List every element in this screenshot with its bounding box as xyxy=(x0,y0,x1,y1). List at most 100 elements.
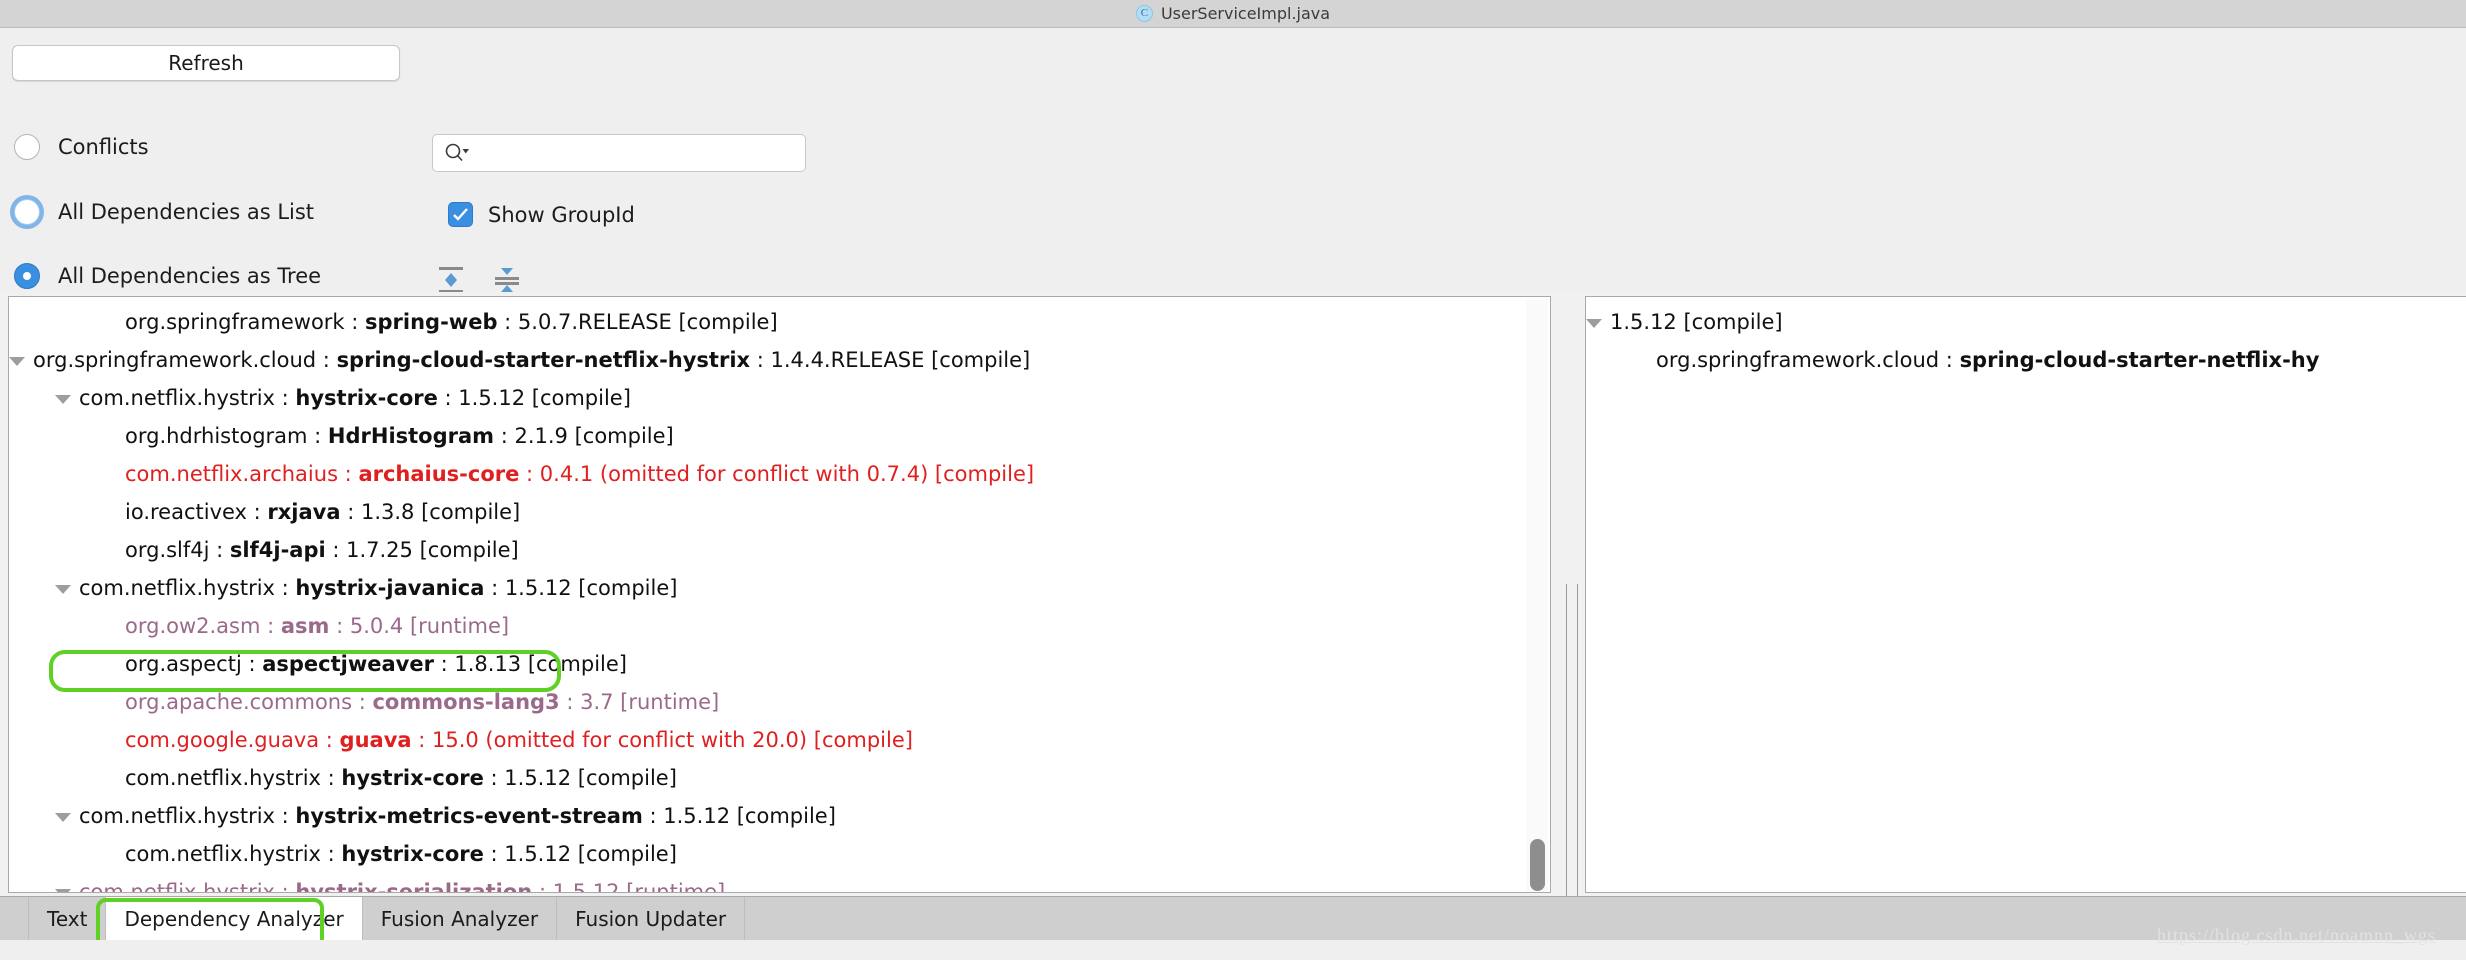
tree-row-artifact: archaius-core xyxy=(358,462,520,486)
tree-row-group: io.reactivex : xyxy=(125,500,268,524)
tree-row-group: org.springframework.cloud : xyxy=(33,348,337,372)
tree-row-version: : 1.5.12 [compile] xyxy=(642,804,836,828)
tree-row[interactable]: com.netflix.hystrix : hystrix-javanica :… xyxy=(9,569,1550,607)
radio-all-dependencies-as-list-indicator[interactable] xyxy=(14,199,40,225)
tree-row-version: : 0.4.1 (omitted for conflict with 0.7.4… xyxy=(519,462,1035,486)
tree-row[interactable]: com.netflix.hystrix : hystrix-metrics-ev… xyxy=(9,797,1550,835)
radio-all-dependencies-as-tree-indicator[interactable] xyxy=(14,263,40,289)
dependency-tree-panel[interactable]: org.springframework : spring-web : 5.0.7… xyxy=(8,296,1551,893)
tree-row[interactable]: com.netflix.hystrix : hystrix-core : 1.5… xyxy=(9,379,1550,417)
tree-row[interactable]: org.hdrhistogram : HdrHistogram : 2.1.9 … xyxy=(9,417,1550,455)
tree-row-version: : 5.0.7.RELEASE [compile] xyxy=(497,310,778,334)
tree-row-artifact: hystrix-serialization xyxy=(295,880,533,893)
tree-row-artifact: HdrHistogram xyxy=(327,424,495,448)
tree-row-label: org.aspectj : aspectjweaver : 1.8.13 [co… xyxy=(125,652,627,676)
vertical-scrollbar[interactable] xyxy=(1526,299,1548,892)
tree-row-artifact: hystrix-metrics-event-stream xyxy=(295,804,643,828)
tree-row-version: : 1.5.12 [compile] xyxy=(483,842,677,866)
tree-row-group: com.netflix.hystrix : xyxy=(79,386,296,410)
tree-row-label: com.google.guava : guava : 15.0 (omitted… xyxy=(125,728,913,752)
tab-dependency-analyzer[interactable]: Dependency Analyzer xyxy=(106,897,363,940)
tree-row[interactable]: org.springframework : spring-web : 5.0.7… xyxy=(9,303,1550,341)
tree-row-version: : 1.7.25 [compile] xyxy=(325,538,519,562)
tree-row-label: com.netflix.hystrix : hystrix-metrics-ev… xyxy=(79,804,836,828)
tree-row-label: org.springframework : spring-web : 5.0.7… xyxy=(125,310,778,334)
tree-row-version: : 2.1.9 [compile] xyxy=(494,424,674,448)
tree-row-version: : 1.5.12 [compile] xyxy=(437,386,631,410)
tree-row[interactable]: org.aspectj : aspectjweaver : 1.8.13 [co… xyxy=(9,645,1550,683)
tree-row-version: : 1.5.12 [runtime] xyxy=(532,880,726,893)
search-box[interactable] xyxy=(432,134,806,172)
tree-row[interactable]: org.ow2.asm : asm : 5.0.4 [runtime] xyxy=(9,607,1550,645)
radio-all-dependencies-as-tree[interactable]: All Dependencies as Tree xyxy=(14,263,321,289)
radio-all-dependencies-as-list[interactable]: All Dependencies as List xyxy=(14,199,314,225)
radio-all-dependencies-as-tree-label: All Dependencies as Tree xyxy=(58,264,322,288)
radio-conflicts-indicator[interactable] xyxy=(14,134,40,160)
tree-row-version: : 15.0 (omitted for conflict with 20.0) … xyxy=(411,728,913,752)
search-input[interactable] xyxy=(471,141,771,165)
tree-expand-collapse-buttons xyxy=(436,265,522,295)
tree-row-version: : 1.5.12 [compile] xyxy=(483,766,677,790)
tree-row[interactable]: org.springframework.cloud : spring-cloud… xyxy=(1586,341,2466,379)
tree-row-artifact: hystrix-core xyxy=(295,386,438,410)
tree-row[interactable]: org.springframework.cloud : spring-cloud… xyxy=(9,341,1550,379)
tree-row-group: org.springframework.cloud : xyxy=(1656,348,1960,372)
dependency-tree[interactable]: org.springframework : spring-web : 5.0.7… xyxy=(9,297,1550,893)
tree-row[interactable]: com.netflix.hystrix : hystrix-serializat… xyxy=(9,873,1550,893)
tree-row[interactable]: com.netflix.hystrix : hystrix-core : 1.5… xyxy=(9,835,1550,873)
tree-row-group: org.apache.commons : xyxy=(125,690,373,714)
expand-all-icon[interactable] xyxy=(436,265,466,295)
tree-row[interactable]: org.apache.commons : commons-lang3 : 3.7… xyxy=(9,683,1550,721)
tab-fusion-updater[interactable]: Fusion Updater xyxy=(557,897,746,940)
tree-expand-arrow-icon[interactable] xyxy=(1586,303,1606,341)
radio-conflicts[interactable]: Conflicts xyxy=(14,134,149,160)
tree-expand-arrow-icon[interactable] xyxy=(53,379,75,417)
window-titlebar: C UserServiceImpl.java xyxy=(0,0,2466,28)
tree-row-group: org.aspectj : xyxy=(125,652,263,676)
tree-row[interactable]: com.netflix.hystrix : hystrix-core : 1.5… xyxy=(9,759,1550,797)
options-toolbar: Refresh Conflicts All Dependencies as Li… xyxy=(0,29,2466,293)
collapse-all-icon[interactable] xyxy=(492,265,522,295)
tree-row-artifact: slf4j-api xyxy=(229,538,326,562)
dependency-analyzer-window: C UserServiceImpl.java Refresh Conflicts… xyxy=(0,0,2466,960)
tree-row-group: com.google.guava : xyxy=(125,728,340,752)
tree-expand-arrow-icon[interactable] xyxy=(53,797,75,835)
tree-row-label: org.springframework.cloud : spring-cloud… xyxy=(1656,348,2319,372)
radio-all-dependencies-as-list-label: All Dependencies as List xyxy=(58,200,315,224)
window-title: UserServiceImpl.java xyxy=(1160,4,1331,23)
tree-row-artifact: guava xyxy=(339,728,412,752)
tree-row-group: org.slf4j : xyxy=(125,538,230,562)
show-groupid-checkbox[interactable] xyxy=(448,202,473,227)
tree-row-group: com.netflix.hystrix : xyxy=(79,576,296,600)
tree-row-version: : 3.7 [runtime] xyxy=(559,690,720,714)
tree-row-version: : 1.5.12 [compile] xyxy=(484,576,678,600)
tree-row-version: : 5.0.4 [runtime] xyxy=(329,614,510,638)
tree-row-artifact: commons-lang3 xyxy=(372,690,560,714)
tree-row[interactable]: org.slf4j : slf4j-api : 1.7.25 [compile] xyxy=(9,531,1550,569)
vertical-scrollbar-thumb[interactable] xyxy=(1530,839,1545,891)
tree-row[interactable]: com.netflix.archaius : archaius-core : 0… xyxy=(9,455,1550,493)
tree-row-group: com.netflix.hystrix : xyxy=(79,804,296,828)
tab-text[interactable]: Text xyxy=(28,897,107,940)
usages-tree[interactable]: 1.5.12 [compile] org.springframework.clou… xyxy=(1586,297,2466,379)
bottom-tabbar: Text Dependency Analyzer Fusion Analyzer Fu… xyxy=(0,896,2466,940)
tree-row-label: com.netflix.hystrix : hystrix-serializat… xyxy=(79,880,726,893)
tree-row-artifact: asm xyxy=(280,614,330,638)
tree-row-version: : 1.4.4.RELEASE [compile] xyxy=(750,348,1031,372)
tree-row-artifact: aspectjweaver xyxy=(262,652,434,676)
tree-expand-arrow-icon[interactable] xyxy=(9,341,29,379)
tree-expand-arrow-icon[interactable] xyxy=(53,873,75,892)
tree-row-label: org.ow2.asm : asm : 5.0.4 [runtime] xyxy=(125,614,509,638)
dependency-usages-panel[interactable]: 1.5.12 [compile] org.springframework.clou… xyxy=(1585,296,2466,893)
tree-row-label: org.apache.commons : commons-lang3 : 3.7… xyxy=(125,690,719,714)
search-icon xyxy=(443,142,471,164)
tree-row[interactable]: 1.5.12 [compile] xyxy=(1586,303,2466,341)
tree-expand-arrow-icon[interactable] xyxy=(53,569,75,607)
tree-row[interactable]: io.reactivex : rxjava : 1.3.8 [compile] xyxy=(9,493,1550,531)
tree-row-label: org.slf4j : slf4j-api : 1.7.25 [compile] xyxy=(125,538,519,562)
tree-row[interactable]: com.google.guava : guava : 15.0 (omitted… xyxy=(9,721,1550,759)
tab-fusion-analyzer[interactable]: Fusion Analyzer xyxy=(363,897,558,940)
java-class-icon: C xyxy=(1135,5,1153,22)
show-groupid-checkbox-row[interactable]: Show GroupId xyxy=(448,202,635,227)
refresh-button[interactable]: Refresh xyxy=(12,45,400,81)
